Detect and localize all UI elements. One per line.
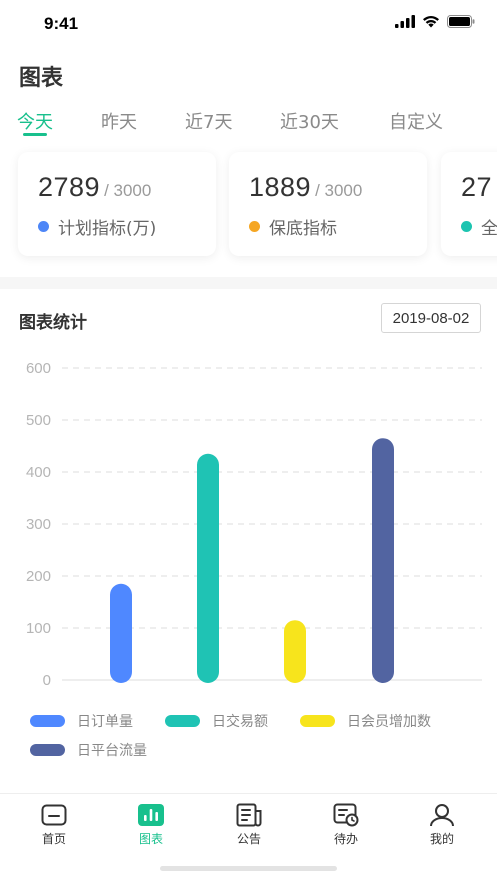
- tabbar-label: 待办: [333, 832, 358, 846]
- card-value-row: 1889/ 3000: [249, 172, 362, 203]
- tabbar-label: 公告: [236, 832, 261, 846]
- chart-icon: [137, 802, 165, 828]
- status-dot: [38, 221, 49, 232]
- legend-item: 日会员增加数: [300, 711, 431, 731]
- metric-cards-strip[interactable]: 2789/ 3000 计划指标(万) 1889/ 3000 保底指标 27 全: [0, 140, 497, 277]
- card-value-row: 2789/ 3000: [38, 172, 151, 203]
- metric-card-minimum[interactable]: 1889/ 3000 保底指标: [229, 152, 427, 256]
- wifi-icon: [423, 16, 439, 28]
- active-tab-indicator: [23, 133, 47, 136]
- y-tick-label: 500: [26, 412, 51, 429]
- signal-icon: [395, 15, 415, 28]
- card-label: 计划指标(万): [58, 219, 157, 239]
- legend-swatch: [165, 715, 200, 727]
- y-tick-label: 300: [26, 516, 51, 533]
- y-tick-label: 0: [43, 672, 51, 689]
- bar-2[interactable]: [284, 620, 306, 683]
- legend-item: 日交易额: [165, 711, 268, 731]
- bar-0[interactable]: [110, 583, 132, 683]
- card-total: / 3000: [315, 181, 363, 200]
- home-indicator: [160, 866, 337, 871]
- page-title: 图表: [19, 66, 64, 91]
- card-label: 保底指标: [269, 219, 337, 239]
- legend-item: 日订单量: [30, 711, 133, 731]
- legend-label: 日交易额: [212, 714, 268, 730]
- card-value: 2789: [38, 172, 101, 202]
- legend-swatch: [300, 715, 335, 727]
- section-divider: [0, 277, 497, 289]
- tabbar-label: 首页: [41, 832, 66, 846]
- status-time: 9:41: [44, 14, 79, 33]
- notice-icon: [235, 802, 263, 828]
- bar-chart: 600 500 400 300 200 100 0: [26, 360, 482, 689]
- legend-swatch: [30, 744, 65, 756]
- status-dot: [461, 221, 472, 232]
- todo-icon: [332, 802, 360, 828]
- card-value-row: 27: [461, 172, 496, 203]
- tab-last-7-days[interactable]: 近7天: [185, 108, 232, 134]
- metric-card-plan[interactable]: 2789/ 3000 计划指标(万): [18, 152, 216, 256]
- legend-label: 日订单量: [77, 714, 133, 730]
- tab-yesterday[interactable]: 昨天: [101, 108, 137, 134]
- tabbar-label: 我的: [429, 832, 454, 846]
- y-tick-label: 100: [26, 620, 51, 637]
- status-icons: [395, 15, 475, 28]
- status-bar: 9:41: [0, 0, 497, 50]
- y-tick-label: 200: [26, 568, 51, 585]
- card-label-row: 全: [461, 214, 497, 239]
- tab-custom[interactable]: 自定义: [389, 108, 443, 134]
- bar-3[interactable]: [372, 438, 394, 683]
- tab-today[interactable]: 今天: [17, 108, 53, 134]
- card-value: 1889: [249, 172, 312, 202]
- legend-swatch: [30, 715, 65, 727]
- section-title: 图表统计: [19, 313, 87, 333]
- legend-label: 日平台流量: [77, 743, 147, 759]
- legend-item: 日平台流量: [30, 740, 147, 760]
- card-label: 全: [481, 219, 497, 239]
- y-tick-label: 600: [26, 360, 51, 377]
- tabbar-item-notice[interactable]: 公告: [214, 802, 284, 847]
- tabbar-item-chart[interactable]: 图表: [116, 802, 186, 847]
- tabbar-item-home[interactable]: 首页: [19, 802, 89, 847]
- card-total: / 3000: [104, 181, 152, 200]
- card-label-row: 保底指标: [249, 214, 337, 239]
- legend-label: 日会员增加数: [347, 714, 431, 730]
- tab-last-30-days[interactable]: 近30天: [280, 108, 339, 134]
- battery-icon: [447, 15, 475, 28]
- card-value: 27: [461, 172, 493, 202]
- status-dot: [249, 221, 260, 232]
- date-picker-button[interactable]: 2019-08-02: [381, 303, 481, 333]
- y-tick-label: 400: [26, 464, 51, 481]
- home-icon: [40, 802, 68, 828]
- tabbar-label: 图表: [138, 832, 163, 846]
- tabbar-item-profile[interactable]: 我的: [407, 802, 477, 847]
- card-label-row: 计划指标(万): [38, 214, 156, 239]
- date-range-tabs: 今天 昨天 近7天 近30天 自定义: [0, 104, 497, 140]
- user-icon: [428, 802, 456, 828]
- tabbar-item-todo[interactable]: 待办: [311, 802, 381, 847]
- metric-card-partial[interactable]: 27 全: [441, 152, 497, 256]
- bar-1[interactable]: [197, 453, 219, 683]
